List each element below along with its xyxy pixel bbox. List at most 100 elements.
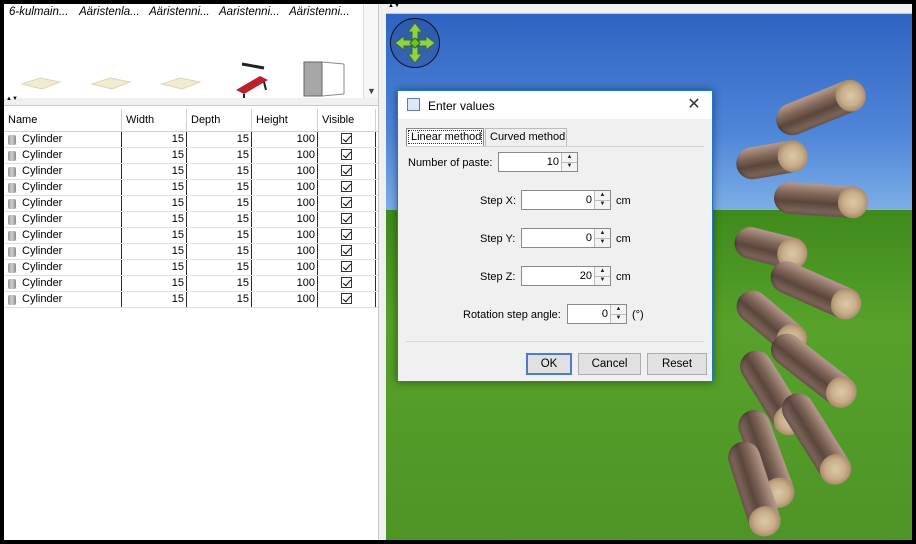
cell-height[interactable]: 100	[252, 196, 318, 211]
column-header-name[interactable]: Name	[4, 109, 122, 131]
spinner-buttons[interactable]: ▲ ▼	[610, 305, 626, 323]
step-x-value[interactable]: 0	[586, 194, 592, 206]
cell-width[interactable]: 15	[122, 212, 187, 227]
floor-tile-icon[interactable]	[16, 62, 66, 92]
cell-depth[interactable]: 15	[187, 132, 252, 147]
tab-linear-method[interactable]: Linear method	[406, 128, 484, 146]
table-row[interactable]: Cylinder 15 15 100	[4, 132, 378, 148]
cell-width[interactable]: 15	[122, 260, 187, 275]
table-row[interactable]: Cylinder 15 15 100	[4, 292, 378, 308]
cell-name[interactable]: Cylinder	[4, 212, 122, 227]
catalog-scrollbar[interactable]: ▼	[363, 4, 378, 98]
ok-button[interactable]: OK	[526, 353, 572, 375]
step-z-value[interactable]: 20	[580, 270, 592, 282]
catalog-item-name[interactable]: Aaristenni...	[214, 6, 284, 18]
paste-count-value[interactable]: 10	[547, 156, 559, 168]
cell-height[interactable]: 100	[252, 276, 318, 291]
close-icon[interactable]: ✕	[684, 95, 704, 115]
visible-checkbox[interactable]	[341, 133, 352, 144]
cell-name[interactable]: Cylinder	[4, 276, 122, 291]
cell-name[interactable]: Cylinder	[4, 292, 122, 307]
table-row[interactable]: Cylinder 15 15 100	[4, 212, 378, 228]
spinner-down-icon[interactable]: ▼	[611, 314, 626, 323]
visible-checkbox[interactable]	[341, 181, 352, 192]
cell-width[interactable]: 15	[122, 228, 187, 243]
visible-checkbox[interactable]	[341, 197, 352, 208]
navigation-arrows-icon[interactable]	[390, 18, 440, 68]
table-row[interactable]: Cylinder 15 15 100	[4, 228, 378, 244]
rotation-step-spinner[interactable]: 0 ▲ ▼	[567, 304, 627, 324]
horizontal-splitter[interactable]: ▲▼	[4, 96, 378, 106]
column-header-height[interactable]: Height	[252, 109, 318, 131]
cell-height[interactable]: 100	[252, 164, 318, 179]
floor-tile-icon[interactable]	[86, 62, 136, 92]
step-z-spinner[interactable]: 20 ▲ ▼	[521, 266, 611, 286]
table-row[interactable]: Cylinder 15 15 100	[4, 180, 378, 196]
table-row[interactable]: Cylinder 15 15 100	[4, 244, 378, 260]
catalog-item-name[interactable]: Ääristenni...	[284, 6, 354, 18]
cell-height[interactable]: 100	[252, 244, 318, 259]
cage-icon[interactable]	[300, 58, 350, 98]
column-header-visible[interactable]: Visible	[318, 109, 376, 131]
cell-height[interactable]: 100	[252, 180, 318, 195]
cell-width[interactable]: 15	[122, 180, 187, 195]
cell-name[interactable]: Cylinder	[4, 132, 122, 147]
reset-button[interactable]: Reset	[647, 353, 707, 375]
spinner-buttons[interactable]: ▲ ▼	[594, 191, 610, 209]
cell-height[interactable]: 100	[252, 212, 318, 227]
step-y-value[interactable]: 0	[586, 232, 592, 244]
table-row[interactable]: Cylinder 15 15 100	[4, 164, 378, 180]
cell-name[interactable]: Cylinder	[4, 244, 122, 259]
cell-depth[interactable]: 15	[187, 148, 252, 163]
cell-depth[interactable]: 15	[187, 292, 252, 307]
cell-width[interactable]: 15	[122, 196, 187, 211]
visible-checkbox[interactable]	[341, 261, 352, 272]
visible-checkbox[interactable]	[341, 245, 352, 256]
cell-height[interactable]: 100	[252, 292, 318, 307]
spinner-down-icon[interactable]: ▼	[562, 162, 577, 171]
column-header-width[interactable]: Width	[122, 109, 187, 131]
table-row[interactable]: Cylinder 15 15 100	[4, 196, 378, 212]
cancel-button[interactable]: Cancel	[578, 353, 641, 375]
cell-name[interactable]: Cylinder	[4, 148, 122, 163]
visible-checkbox[interactable]	[341, 213, 352, 224]
tab-curved-method[interactable]: Curved method	[485, 128, 567, 146]
chevron-down-icon[interactable]: ▼	[367, 86, 376, 96]
splitter-arrows-icon[interactable]: ▲▼	[388, 4, 400, 9]
visible-checkbox[interactable]	[341, 229, 352, 240]
cell-depth[interactable]: 15	[187, 164, 252, 179]
spinner-down-icon[interactable]: ▼	[595, 276, 610, 285]
cell-depth[interactable]: 15	[187, 244, 252, 259]
cell-name[interactable]: Cylinder	[4, 164, 122, 179]
cell-depth[interactable]: 15	[187, 180, 252, 195]
table-row[interactable]: Cylinder 15 15 100	[4, 260, 378, 276]
spinner-buttons[interactable]: ▲ ▼	[561, 153, 577, 171]
cell-name[interactable]: Cylinder	[4, 228, 122, 243]
catalog-item-name[interactable]: Ääristenni...	[144, 6, 214, 18]
spinner-buttons[interactable]: ▲ ▼	[594, 229, 610, 247]
cell-depth[interactable]: 15	[187, 196, 252, 211]
table-row[interactable]: Cylinder 15 15 100	[4, 148, 378, 164]
cell-depth[interactable]: 15	[187, 276, 252, 291]
spinner-buttons[interactable]: ▲ ▼	[594, 267, 610, 285]
step-y-spinner[interactable]: 0 ▲ ▼	[521, 228, 611, 248]
step-x-spinner[interactable]: 0 ▲ ▼	[521, 190, 611, 210]
cell-width[interactable]: 15	[122, 276, 187, 291]
log-3d-object[interactable]	[772, 180, 869, 220]
visible-checkbox[interactable]	[341, 165, 352, 176]
catalog-item-name[interactable]: Ääristenla...	[74, 6, 144, 18]
cell-height[interactable]: 100	[252, 132, 318, 147]
visible-checkbox[interactable]	[341, 149, 352, 160]
spinner-down-icon[interactable]: ▼	[595, 200, 610, 209]
cell-height[interactable]: 100	[252, 228, 318, 243]
cell-width[interactable]: 15	[122, 244, 187, 259]
cell-depth[interactable]: 15	[187, 228, 252, 243]
view-splitter[interactable]: ▲▼	[386, 4, 912, 14]
cell-depth[interactable]: 15	[187, 260, 252, 275]
cell-name[interactable]: Cylinder	[4, 260, 122, 275]
catalog-item-name[interactable]: 6-kulmain...	[4, 6, 74, 18]
cell-height[interactable]: 100	[252, 260, 318, 275]
cell-height[interactable]: 100	[252, 148, 318, 163]
cell-name[interactable]: Cylinder	[4, 180, 122, 195]
floor-tile-icon[interactable]	[156, 62, 206, 92]
